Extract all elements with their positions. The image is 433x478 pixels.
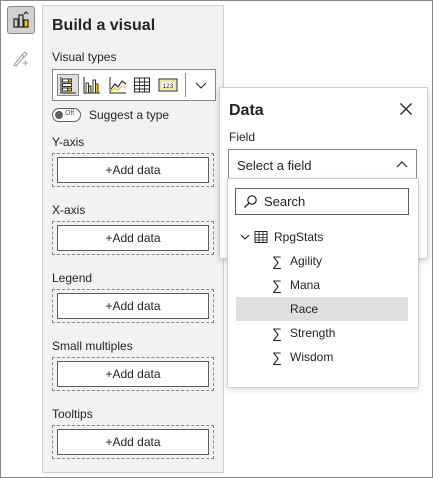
- add-data-button-legend[interactable]: +Add data: [57, 293, 209, 319]
- field-dropdown: RpgStats ∑ Agility ∑ Mana Race ∑ Strengt…: [227, 178, 419, 388]
- visual-types-label: Visual types: [52, 50, 117, 64]
- field-search-box: [235, 188, 409, 215]
- expand-visual-types-button[interactable]: [190, 74, 212, 96]
- field-name: Wisdom: [290, 350, 334, 364]
- well-label-y-axis: Y-axis: [52, 135, 85, 149]
- sigma-icon: ∑: [272, 325, 282, 341]
- field-item-strength[interactable]: ∑ Strength: [236, 321, 408, 345]
- build-visual-icon: [13, 11, 29, 28]
- sigma-icon: ∑: [272, 253, 282, 269]
- field-select-value: Select a field: [237, 158, 312, 173]
- field-item-race[interactable]: Race: [236, 297, 408, 321]
- field-item-agility[interactable]: ∑ Agility: [236, 249, 408, 273]
- field-label: Field: [229, 130, 256, 144]
- close-button[interactable]: [398, 101, 414, 117]
- visual-types-gallery: 123: [52, 69, 216, 101]
- pane-title: Build a visual: [52, 17, 156, 34]
- add-data-button-small-multiples[interactable]: +Add data: [57, 361, 209, 387]
- well-tooltips: +Add data: [52, 425, 214, 459]
- table-name: RpgStats: [274, 230, 324, 244]
- suggest-type-toggle[interactable]: Off: [52, 108, 81, 122]
- well-label-tooltips: Tooltips: [52, 407, 93, 421]
- stacked-bar-chart-icon: [60, 77, 76, 94]
- format-visual-rail-button[interactable]: [7, 46, 33, 72]
- clustered-column-chart-icon: [83, 77, 100, 94]
- build-visual-pane: Build a visual Visual types 123 Off Sugg…: [42, 5, 224, 473]
- field-name: Race: [290, 302, 319, 316]
- line-chart-icon: [109, 77, 127, 94]
- svg-text:123: 123: [163, 83, 174, 90]
- toggle-state-text: Off: [65, 110, 75, 117]
- visual-type-stacked-bar[interactable]: [57, 74, 79, 96]
- well-y-axis: +Add data: [52, 153, 214, 187]
- well-label-x-axis: X-axis: [52, 203, 86, 217]
- build-visual-rail-button[interactable]: [7, 6, 35, 34]
- visual-type-clustered-column[interactable]: [81, 74, 103, 96]
- chevron-down-icon: [195, 82, 207, 89]
- data-flyout-title: Data: [229, 102, 264, 119]
- suggest-type-label: Suggest a type: [89, 108, 170, 122]
- chevron-down-icon: [240, 234, 250, 240]
- table-icon: [134, 77, 150, 93]
- field-name: Mana: [290, 278, 321, 292]
- well-label-small-multiples: Small multiples: [52, 339, 133, 353]
- add-data-button-x-axis[interactable]: +Add data: [57, 225, 209, 251]
- close-icon: [400, 103, 412, 115]
- field-item-mana[interactable]: ∑ Mana: [236, 273, 408, 297]
- well-legend: +Add data: [52, 289, 214, 323]
- field-name: Agility: [290, 254, 323, 268]
- field-name: Strength: [290, 326, 336, 340]
- visual-type-table[interactable]: [131, 74, 153, 96]
- visual-type-line-chart[interactable]: [107, 74, 129, 96]
- sigma-icon: ∑: [272, 277, 282, 293]
- search-input[interactable]: [264, 192, 404, 211]
- table-node-rpgstats[interactable]: RpgStats: [238, 225, 412, 249]
- well-label-legend: Legend: [52, 271, 93, 285]
- add-data-button-tooltips[interactable]: +Add data: [57, 429, 209, 455]
- format-brush-icon: [13, 51, 28, 67]
- well-x-axis: +Add data: [52, 221, 214, 255]
- add-data-button-y-axis[interactable]: +Add data: [57, 157, 209, 183]
- sigma-icon: ∑: [272, 349, 282, 365]
- toggle-knob: [55, 111, 63, 119]
- table-icon: [254, 231, 268, 243]
- chevron-up-icon: [394, 157, 410, 173]
- suggest-type-toggle-row: Off Suggest a type: [52, 108, 169, 122]
- field-item-wisdom[interactable]: ∑ Wisdom: [236, 345, 408, 369]
- search-icon: [244, 195, 257, 208]
- gallery-divider: [185, 73, 186, 97]
- well-small-multiples: +Add data: [52, 357, 214, 391]
- card-icon: 123: [158, 78, 178, 92]
- field-select[interactable]: Select a field: [228, 149, 417, 180]
- visual-type-card[interactable]: 123: [157, 74, 179, 96]
